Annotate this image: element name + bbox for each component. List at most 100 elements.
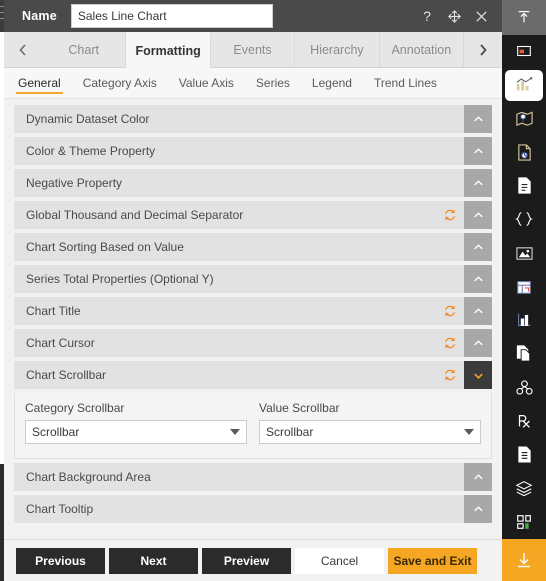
previous-button[interactable]: Previous: [16, 547, 105, 574]
tab-list: Chart Formatting Events Hierarchy Annota…: [42, 32, 465, 68]
formatting-subtabs: General Category Axis Value Axis Series …: [4, 68, 502, 99]
chart-name-input[interactable]: [70, 4, 273, 28]
accordion-title: Chart Cursor: [26, 336, 95, 350]
accordion-row-global-thousand-decimal-separator[interactable]: Global Thousand and Decimal Separator: [14, 201, 492, 229]
list-document-icon[interactable]: [502, 438, 546, 472]
subtab-category-axis[interactable]: Category Axis: [81, 68, 159, 99]
dialog-titlebar: Name ?: [4, 0, 502, 32]
code-braces-icon[interactable]: [502, 203, 546, 237]
chevron-up-icon[interactable]: [464, 233, 492, 261]
accordion-title: Chart Scrollbar: [26, 368, 107, 382]
close-icon[interactable]: [472, 7, 490, 25]
bar-chart-icon[interactable]: [502, 68, 546, 102]
copy-page-icon[interactable]: [502, 337, 546, 371]
preview-button[interactable]: Preview: [202, 547, 291, 574]
table-widget-icon[interactable]: [502, 270, 546, 304]
cube-group-icon[interactable]: [502, 371, 546, 405]
tab-prev-arrow[interactable]: [4, 32, 42, 67]
chevron-up-icon[interactable]: [464, 169, 492, 197]
value-scrollbar-field: Value Scrollbar Scrollbar: [259, 401, 481, 444]
chart-scrollbar-panel: Category Scrollbar Scrollbar Value Scrol…: [14, 393, 492, 459]
subtab-value-axis[interactable]: Value Axis: [177, 68, 236, 99]
subtab-trend-lines[interactable]: Trend Lines: [372, 68, 439, 99]
value-scrollbar-value: Scrollbar: [266, 425, 314, 439]
widgets-grid-icon[interactable]: [502, 505, 546, 539]
accordion-row-chart-scrollbar[interactable]: Chart Scrollbar: [14, 361, 492, 389]
next-button[interactable]: Next: [109, 547, 198, 574]
tab-label: Chart: [68, 42, 99, 57]
reset-refresh-icon[interactable]: [440, 301, 460, 321]
accordion-row-chart-sorting-based-on-value[interactable]: Chart Sorting Based on Value: [14, 233, 492, 261]
report-document-icon[interactable]: [502, 135, 546, 169]
category-scrollbar-field: Category Scrollbar Scrollbar: [25, 401, 247, 444]
accordion-row-chart-cursor[interactable]: Chart Cursor: [14, 329, 492, 357]
accordion-row-chart-tooltip[interactable]: Chart Tooltip: [14, 495, 492, 523]
chevron-up-icon[interactable]: [464, 297, 492, 325]
category-scrollbar-value: Scrollbar: [32, 425, 80, 439]
accordion-title: Dynamic Dataset Color: [26, 112, 150, 126]
accordion-title: Series Total Properties (Optional Y): [26, 272, 214, 286]
accordion-row-chart-background-area[interactable]: Chart Background Area: [14, 463, 492, 491]
subtab-label: Category Axis: [82, 76, 157, 90]
map-pin-icon[interactable]: [502, 102, 546, 136]
category-scrollbar-label: Category Scrollbar: [25, 401, 125, 415]
chevron-up-icon[interactable]: [464, 137, 492, 165]
subtab-label: Value Axis: [178, 76, 234, 90]
subtab-label: Series: [255, 76, 290, 90]
accordion-title: Chart Title: [26, 304, 81, 318]
value-scrollbar-select[interactable]: Scrollbar: [259, 420, 481, 444]
accordion-title: Negative Property: [26, 176, 123, 190]
cancel-button[interactable]: Cancel: [295, 547, 384, 574]
move-icon[interactable]: [445, 7, 463, 25]
value-scrollbar-label: Value Scrollbar: [259, 401, 340, 415]
download-icon[interactable]: [502, 538, 546, 581]
category-scrollbar-select[interactable]: Scrollbar: [25, 420, 247, 444]
subtab-series[interactable]: Series: [254, 68, 292, 99]
reset-refresh-icon[interactable]: [440, 333, 460, 353]
chevron-up-icon[interactable]: [464, 495, 492, 523]
subtab-general[interactable]: General: [16, 68, 63, 99]
tab-annotation[interactable]: Annotation: [379, 32, 465, 67]
dialog-body: Name ?: [4, 0, 502, 581]
subtab-legend[interactable]: Legend: [310, 68, 354, 99]
subtab-label: General: [18, 76, 61, 90]
chevron-down-icon: [464, 429, 474, 435]
svg-text:?: ?: [423, 8, 431, 24]
tab-events[interactable]: Events: [210, 32, 296, 67]
chevron-up-icon[interactable]: [464, 105, 492, 133]
chevron-up-icon[interactable]: [464, 265, 492, 293]
layers-icon[interactable]: [502, 472, 546, 506]
accordion-row-chart-title[interactable]: Chart Title: [14, 297, 492, 325]
accordion-row-color-theme-property[interactable]: Color & Theme Property: [14, 137, 492, 165]
tab-hierarchy[interactable]: Hierarchy: [295, 32, 380, 67]
tab-label: Hierarchy: [310, 42, 364, 57]
accordion-row-series-total-properties[interactable]: Series Total Properties (Optional Y): [14, 265, 492, 293]
chevron-up-icon[interactable]: [464, 201, 492, 229]
formatting-general-panel: Dynamic Dataset Color Color & Theme Prop…: [4, 99, 502, 539]
save-and-exit-button[interactable]: Save and Exit: [388, 547, 477, 574]
tab-label: Events: [233, 42, 272, 57]
tab-next-arrow[interactable]: [464, 32, 502, 67]
panel-layout-icon[interactable]: [502, 35, 546, 69]
prescription-rx-icon[interactable]: [502, 404, 546, 438]
accordion-row-negative-property[interactable]: Negative Property: [14, 169, 492, 197]
chevron-up-icon[interactable]: [464, 463, 492, 491]
collapse-up-icon[interactable]: [502, 0, 546, 35]
dialog-footer: Previous Next Preview Cancel Save and Ex…: [4, 539, 502, 581]
text-document-icon[interactable]: [502, 169, 546, 203]
titlebar-actions: ?: [418, 7, 494, 25]
tab-label: Annotation: [391, 42, 452, 57]
tab-chart[interactable]: Chart: [42, 32, 127, 67]
image-icon[interactable]: [502, 236, 546, 270]
tab-formatting[interactable]: Formatting: [126, 32, 211, 68]
reset-refresh-icon[interactable]: [440, 205, 460, 225]
chevron-up-icon[interactable]: [464, 329, 492, 357]
question-mark-icon[interactable]: ?: [418, 7, 436, 25]
chevron-down-icon[interactable]: [464, 361, 492, 389]
right-icon-rail: [502, 0, 546, 581]
line-chart-icon[interactable]: [502, 303, 546, 337]
accordion-title: Chart Background Area: [26, 470, 151, 484]
reset-refresh-icon[interactable]: [440, 365, 460, 385]
name-label: Name: [22, 9, 57, 23]
accordion-row-dynamic-dataset-color[interactable]: Dynamic Dataset Color: [14, 105, 492, 133]
